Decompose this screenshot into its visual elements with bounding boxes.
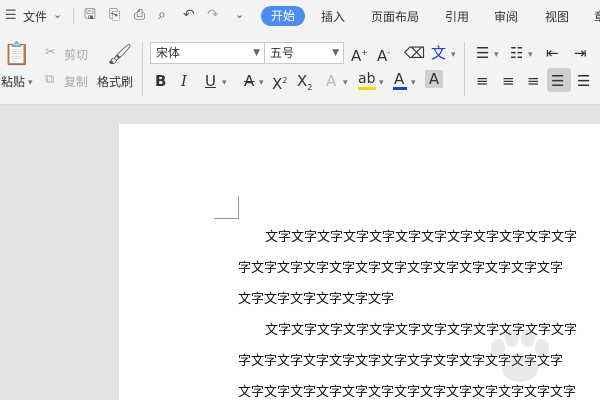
menu-bar: ☰ 文件 ⌄ 🖫 ⎘ ⎙ ⌕ ↶ ↷ ⌄ 开始 插入 页面布局 引用 审阅 视图… [0,0,600,32]
underline-icon[interactable]: U [205,72,216,90]
text-effect-icon[interactable]: A [326,72,336,90]
redo-icon[interactable]: ↷ [207,8,219,22]
format-painter-icon[interactable]: 🖌 [107,44,132,64]
divider [142,42,143,96]
highlight-icon[interactable]: ab [358,70,375,88]
chevron-down-icon[interactable]: ▾ [379,76,384,90]
tab-page-layout[interactable]: 页面布局 [371,8,419,25]
italic-icon[interactable]: I [181,72,187,90]
character-shading-icon[interactable]: A [425,70,443,88]
superscript-icon[interactable]: X2 [272,72,287,93]
decrease-indent-icon[interactable]: ⇤ [546,44,559,62]
chevron-down-icon: ▼ [332,48,339,58]
chevron-down-icon[interactable]: ▾ [343,76,348,90]
align-right-icon[interactable]: ≡ [527,72,540,90]
chevron-down-icon[interactable]: ⌄ [53,8,62,22]
cut-button[interactable]: 剪切 [64,46,88,63]
font-size-select[interactable]: 五号 ▼ [264,42,344,64]
subscript-icon[interactable]: X2 [297,72,312,97]
distributed-align-icon[interactable]: ☰ [577,72,590,90]
paste-button[interactable]: 粘贴 [1,73,25,90]
align-left-icon[interactable]: ≡ [476,72,489,90]
numbering-icon[interactable]: ☷ [510,44,523,62]
font-size-value: 五号 [270,46,295,60]
menu-icon[interactable]: ☰ [5,9,17,23]
align-justify-icon[interactable]: ☰ [551,72,564,90]
font-name-select[interactable]: 宋体 ▼ [150,42,265,64]
tab-view[interactable]: 视图 [545,8,569,25]
undo-icon[interactable]: ↶ [183,8,195,22]
customize-icon[interactable]: ⌄ [235,8,244,22]
copy-icon[interactable]: ⧉ [45,73,54,87]
paste-icon[interactable]: 📋 [3,44,30,66]
ribbon: ☰ 文件 ⌄ 🖫 ⎘ ⎙ ⌕ ↶ ↷ ⌄ 开始 插入 页面布局 引用 审阅 视图… [0,0,600,105]
paw-watermark [491,329,549,382]
tab-home[interactable]: 开始 [261,6,305,26]
chevron-down-icon[interactable]: ▾ [222,76,227,90]
paragraph-line: 字文字文字文字文字文字文字文字文字文字文字文字文字 [238,261,564,276]
print-preview-icon[interactable]: ⌕ [158,8,166,22]
chevron-down-icon[interactable]: ▾ [494,48,499,62]
print-icon[interactable]: ⎙ [134,8,145,22]
copy-button[interactable]: 复制 [64,73,88,90]
strikethrough-icon[interactable]: A [244,72,254,90]
chevron-down-icon: ▼ [253,48,260,58]
align-center-icon[interactable]: ≡ [502,72,515,90]
save-icon[interactable]: 🖫 [84,8,96,22]
decrease-font-size-icon[interactable]: A- [377,44,390,65]
chevron-down-icon[interactable]: ▾ [451,48,456,62]
margin-mark [238,196,239,219]
font-color-bar [393,87,407,90]
tab-chapter[interactable]: 章 [594,8,600,25]
chevron-down-icon[interactable]: ▾ [528,48,533,62]
scissors-icon[interactable]: ✂ [45,46,56,60]
file-menu[interactable]: 文件 [23,8,47,25]
tab-references[interactable]: 引用 [445,8,469,25]
divider [464,42,465,96]
font-color-icon[interactable]: A [394,70,404,88]
chevron-down-icon[interactable]: ▾ [411,76,416,90]
highlight-color-bar [358,87,376,90]
bold-icon[interactable]: B [155,72,166,90]
font-name-value: 宋体 [156,46,181,60]
tab-insert[interactable]: 插入 [321,8,345,25]
paragraph-line: 文字文字文字文字文字文字文字文字文字文字文字文字 [265,230,578,245]
increase-indent-icon[interactable]: ⇥ [574,44,587,62]
tab-review[interactable]: 审阅 [494,8,518,25]
divider [73,8,74,24]
paste-dropdown-icon[interactable]: ▾ [28,76,33,90]
paragraph-line: 文字文字文字文字文字文字 [238,292,395,307]
chevron-down-icon[interactable]: ▾ [259,76,264,90]
margin-mark [214,218,238,219]
increase-font-size-icon[interactable]: A+ [351,44,368,65]
format-painter-button[interactable]: 格式刷 [97,73,133,90]
bullets-icon[interactable]: ☰ [476,44,489,62]
clear-format-icon[interactable]: ⌫ [404,44,425,62]
output-icon[interactable]: ⎘ [109,8,120,22]
pinyin-guide-icon[interactable]: 文 [431,44,446,62]
